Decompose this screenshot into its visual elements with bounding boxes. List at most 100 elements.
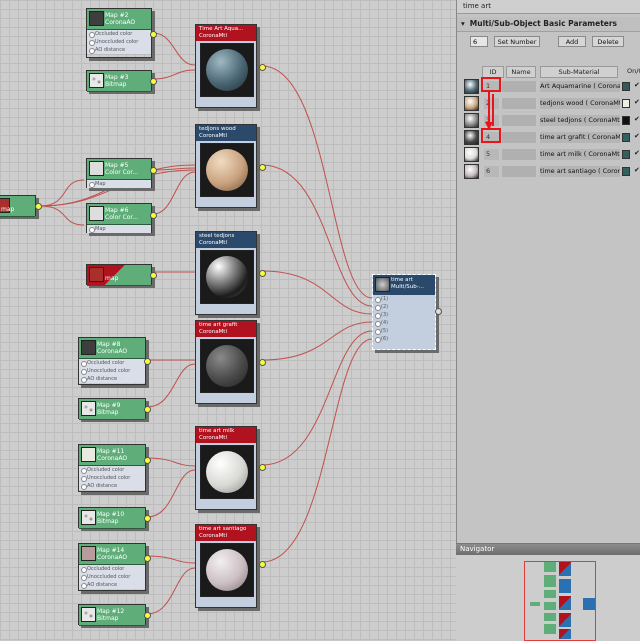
slot-unoccluded-color[interactable]: Unoccluded color [79, 367, 145, 375]
material-row[interactable]: 6 time art santiago ( CoronaMtl ) ✔ [464, 164, 640, 179]
slot-occluded-color[interactable]: Occluded color [79, 359, 145, 367]
slot-ao-distance[interactable]: AO distance [79, 482, 145, 490]
material-swatch[interactable] [464, 130, 479, 145]
material-color-swatch[interactable] [622, 133, 630, 142]
material-node-santiago[interactable]: time art santiago CoronaMtl [195, 524, 266, 608]
output-socket[interactable] [259, 561, 266, 568]
output-socket[interactable] [259, 64, 266, 71]
map-red-node[interactable]: map [86, 264, 157, 286]
map3-node[interactable]: Map #3 Bitmap [86, 70, 157, 92]
slot-occluded-color[interactable]: Occluded color [79, 565, 145, 573]
map2-node[interactable]: Map #2 CoronaAO Occluded color Unocclude… [86, 8, 157, 58]
slot-occluded-color[interactable]: Occluded color [79, 466, 145, 474]
sub-material-button[interactable]: time art santiago ( CoronaMtl ) [540, 166, 620, 177]
material-swatch[interactable] [464, 79, 479, 94]
material-color-swatch[interactable] [622, 82, 630, 91]
material-node-milk[interactable]: time art milk CoronaMtl [195, 426, 266, 510]
add-button[interactable]: Add [558, 36, 586, 47]
node-editor-canvas[interactable]: Map #2 CoronaAO Occluded color Unocclude… [0, 0, 456, 640]
material-name-field[interactable] [502, 166, 536, 177]
material-node-wood[interactable]: tedjons wood CoronaMtl [195, 124, 266, 208]
output-socket[interactable] [150, 78, 157, 85]
sub-material-button[interactable]: time art milk ( CoronaMtl ) [540, 149, 620, 160]
sub-material-button[interactable]: steel tedjons ( CoronaMtl ) [540, 115, 620, 126]
material-node-grafit[interactable]: time art grafit CoronaMtl [195, 320, 266, 404]
slot-map[interactable]: Map [87, 225, 151, 233]
material-name-field[interactable] [502, 149, 536, 160]
on-off-checkbox[interactable]: ✔ [634, 166, 640, 174]
map6-node[interactable]: Map #6 Color Cor... Map [86, 203, 157, 233]
material-row[interactable]: 5 time art milk ( CoronaMtl ) ✔ [464, 147, 640, 162]
delete-button[interactable]: Delete [592, 36, 624, 47]
output-socket[interactable] [435, 308, 442, 315]
material-name-field[interactable] [502, 98, 536, 109]
set-number-button[interactable]: Set Number [494, 36, 540, 47]
col-sub-header[interactable]: Sub-Material [540, 66, 618, 78]
slot-map[interactable]: Map [87, 180, 151, 188]
multi-slot-6[interactable]: (6) [373, 335, 435, 343]
map11-node[interactable]: Map #11 CoronaAO Occluded color Unocclud… [78, 444, 151, 492]
output-socket[interactable] [259, 270, 266, 277]
material-color-swatch[interactable] [622, 99, 630, 108]
multi-sub-node[interactable]: time art Multi/Sub-... (1) (2) (3) (4) (… [372, 274, 442, 350]
multi-slot-1[interactable]: (1) [373, 295, 435, 303]
map8-node[interactable]: Map #8 CoronaAO Occluded color Unocclude… [78, 337, 151, 385]
slot-occluded-color[interactable]: Occluded color [87, 30, 151, 38]
navigator-panel[interactable]: Navigator [456, 543, 640, 641]
on-off-checkbox[interactable]: ✔ [634, 132, 640, 140]
material-name-field[interactable] [502, 115, 536, 126]
on-off-checkbox[interactable]: ✔ [634, 81, 640, 89]
material-color-swatch[interactable] [622, 150, 630, 159]
output-socket[interactable] [150, 212, 157, 219]
output-socket[interactable] [150, 167, 157, 174]
map-left-node[interactable]: map [0, 195, 42, 217]
output-socket[interactable] [144, 515, 151, 522]
output-socket[interactable] [259, 359, 266, 366]
map12-node[interactable]: Map #12 Bitmap [78, 604, 151, 626]
map10-node[interactable]: Map #10 Bitmap [78, 507, 151, 529]
slot-ao-distance[interactable]: AO distance [79, 375, 145, 383]
material-color-swatch[interactable] [622, 116, 630, 125]
on-off-checkbox[interactable]: ✔ [634, 98, 640, 106]
on-off-checkbox[interactable]: ✔ [634, 115, 640, 123]
material-count-field[interactable]: 6 [470, 36, 488, 47]
multi-slot-5[interactable]: (5) [373, 327, 435, 335]
slot-unoccluded-color[interactable]: Unoccluded color [79, 573, 145, 581]
material-swatch[interactable] [464, 147, 479, 162]
map14-node[interactable]: Map #14 CoronaAO Occluded color Unocclud… [78, 543, 151, 591]
map5-node[interactable]: Map #5 Color Cor... Map [86, 158, 157, 188]
material-id-field[interactable]: 6 [484, 166, 499, 177]
output-socket[interactable] [144, 555, 151, 562]
multi-slot-3[interactable]: (3) [373, 311, 435, 319]
material-color-swatch[interactable] [622, 167, 630, 176]
multi-slot-2[interactable]: (2) [373, 303, 435, 311]
output-socket[interactable] [144, 612, 151, 619]
output-socket[interactable] [259, 464, 266, 471]
output-socket[interactable] [144, 457, 151, 464]
sub-material-button[interactable]: tedjons wood ( CoronaMtl ) [540, 98, 620, 109]
slot-ao-distance[interactable]: AO distance [79, 581, 145, 589]
map9-node[interactable]: Map #9 Bitmap [78, 398, 151, 420]
output-socket[interactable] [150, 31, 157, 38]
slot-unoccluded-color[interactable]: Unoccluded color [87, 38, 151, 46]
material-node-aquamarine[interactable]: Time Art Aqua... CoronaMtl [195, 24, 266, 108]
multi-slot-4[interactable]: (4) [373, 319, 435, 327]
material-id-field[interactable]: 5 [484, 149, 499, 160]
on-off-checkbox[interactable]: ✔ [634, 149, 640, 157]
col-name-header[interactable]: Name [506, 66, 536, 78]
material-name-field[interactable] [502, 132, 536, 143]
sub-material-button[interactable]: Art Aquamarine ( CoronaMtl ) [540, 81, 620, 92]
material-swatch[interactable] [464, 96, 479, 111]
material-name-field[interactable] [502, 81, 536, 92]
output-socket[interactable] [150, 272, 157, 279]
output-socket[interactable] [35, 203, 42, 210]
slot-unoccluded-color[interactable]: Unoccluded color [79, 474, 145, 482]
material-swatch[interactable] [464, 113, 479, 128]
rollout-header[interactable]: ▾ Multi/Sub-Object Basic Parameters [457, 17, 640, 32]
slot-ao-distance[interactable]: AO distance [87, 46, 151, 54]
output-socket[interactable] [144, 358, 151, 365]
output-socket[interactable] [259, 164, 266, 171]
material-swatch[interactable] [464, 164, 479, 179]
output-socket[interactable] [144, 406, 151, 413]
material-node-steel[interactable]: steel tedjons CoronaMtl [195, 231, 266, 315]
